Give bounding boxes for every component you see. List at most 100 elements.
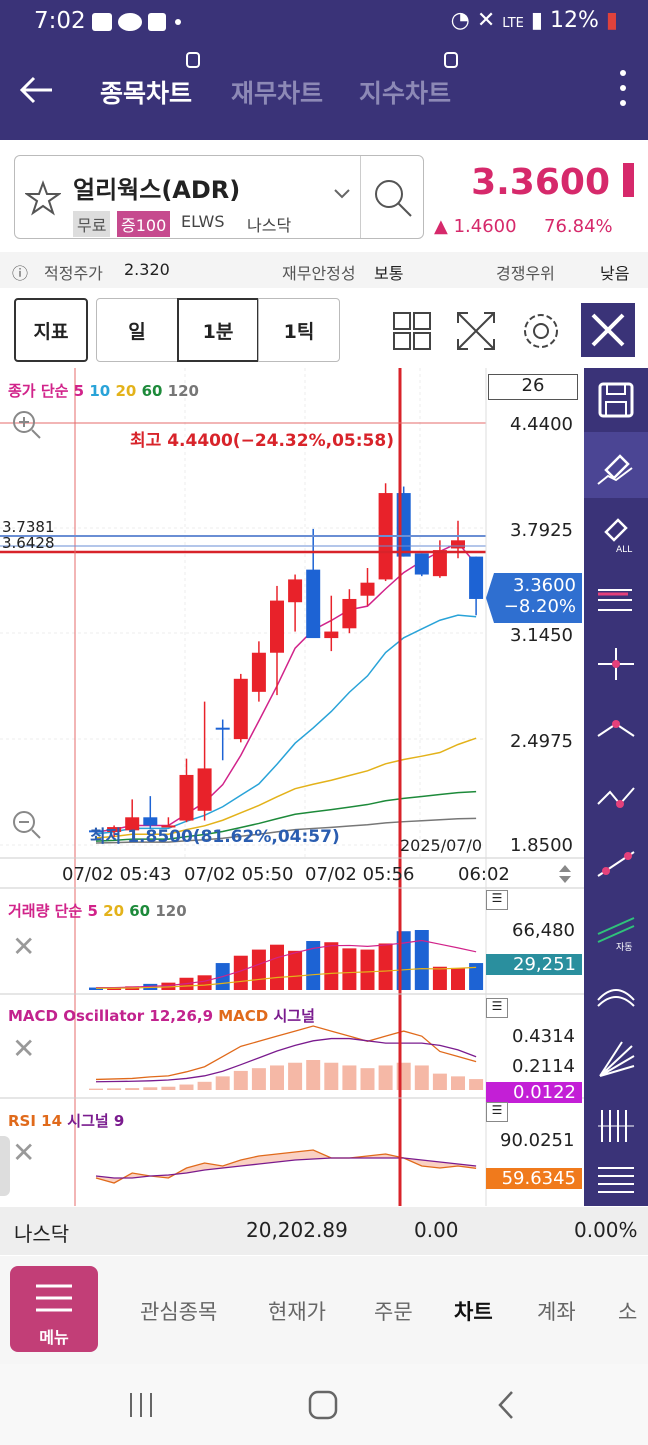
x-tick: 07/02 05:43 <box>62 864 172 885</box>
trend-cross-icon[interactable] <box>592 640 640 688</box>
back-icon[interactable] <box>492 1388 522 1422</box>
chart-area[interactable]: 종가 단순 5 10 20 60 120 26 최고 4.4400(−24.32… <box>0 368 584 1206</box>
macd-label: MACD <box>218 1007 269 1025</box>
tab-finance-chart[interactable]: 재무차트 <box>231 74 323 110</box>
current-price-pct: −8.20% <box>503 596 576 617</box>
divider <box>360 156 361 238</box>
stock-name: 얼리웍스(ADR) <box>73 176 241 204</box>
low-annotation: 최저 1.8500(81.62%,04:57) <box>90 827 340 847</box>
legend-ma: 120 <box>167 382 199 400</box>
rsi-current: 59.6345 <box>486 1168 582 1189</box>
chart-canvas[interactable] <box>0 368 584 1206</box>
candle-count[interactable]: 26 <box>488 374 578 400</box>
fair-price-label: 적정주가 <box>44 264 103 283</box>
index-bar[interactable]: 나스닥 20,202.89 0.00 0.00% <box>0 1207 648 1255</box>
macd-bar <box>215 1076 230 1090</box>
volume-bar <box>378 943 393 990</box>
candle-body <box>197 768 212 811</box>
help-icon[interactable]: ⓘ <box>12 260 28 284</box>
tag-free: 무료 <box>73 211 111 237</box>
back-arrow-icon[interactable] <box>16 70 56 110</box>
period-day-button[interactable]: 일 <box>96 298 178 362</box>
settings-gear-icon[interactable] <box>515 305 567 357</box>
layout-grid-icon[interactable] <box>386 305 438 357</box>
fair-price-value: 2.320 <box>124 260 170 279</box>
eraser-icon[interactable] <box>592 442 640 490</box>
price-change-pct: 76.84% <box>544 216 613 237</box>
trendline-icon[interactable] <box>592 838 640 886</box>
nav-order[interactable]: 주문 <box>374 1296 413 1326</box>
macd-bar <box>270 1065 284 1090</box>
nav-watchlist[interactable]: 관심종목 <box>140 1296 217 1326</box>
chevron-down-icon[interactable] <box>333 188 351 200</box>
status-right: ◔ ✕ LTE ▮ 12% ▮ <box>451 8 618 33</box>
pane-menu-icon[interactable]: ☰ <box>486 998 508 1018</box>
search-icon[interactable] <box>371 176 415 220</box>
pane-menu-icon[interactable]: ☰ <box>486 1102 508 1122</box>
macd-bar <box>161 1086 176 1090</box>
indicator-button[interactable]: 지표 <box>14 298 88 362</box>
close-icon[interactable]: ✕ <box>12 930 35 963</box>
drawing-toolbar: ALL 자동 <box>584 368 648 1206</box>
stock-selector[interactable]: 얼리웍스(ADR) 무료 증100 ELWS 나스닥 <box>14 155 424 239</box>
more-options-icon[interactable] <box>620 70 628 110</box>
fan-lines-icon[interactable] <box>592 1036 640 1084</box>
volume-legend-prefix: 거래량 단순 <box>8 902 83 920</box>
peak-line-icon[interactable] <box>592 706 640 754</box>
y-tick: 3.7925 <box>510 520 573 541</box>
competition-label: 경쟁우위 <box>496 264 555 283</box>
save-icon[interactable] <box>592 376 640 424</box>
nav-more[interactable]: 소 <box>618 1296 637 1326</box>
zoom-in-icon[interactable] <box>10 408 44 442</box>
pane-menu-icon[interactable]: ☰ <box>486 890 508 910</box>
recent-apps-icon[interactable] <box>126 1390 156 1420</box>
fullscreen-icon[interactable] <box>450 305 502 357</box>
arc-icon[interactable] <box>592 970 640 1018</box>
macd-legend: MACD Oscillator 12,26,9 MACD 시그널 <box>8 1005 315 1026</box>
star-icon[interactable] <box>25 180 61 216</box>
index-change-pct: 0.00% <box>574 1218 638 1242</box>
volume-top: 66,480 <box>512 920 575 941</box>
current-price-badge: 3.3600 −8.20% <box>486 573 582 623</box>
period-minute-button[interactable]: 1분 <box>177 298 259 362</box>
tab-index-chart[interactable]: 지수차트 <box>359 74 451 110</box>
macd-bar <box>251 1068 266 1090</box>
nav-account[interactable]: 계좌 <box>537 1296 576 1326</box>
scroll-updown-icon[interactable] <box>556 862 574 886</box>
legend-ma: 60 <box>141 382 163 400</box>
menu-button[interactable]: 메뉴 <box>10 1266 98 1352</box>
period-tick-button[interactable]: 1틱 <box>258 298 340 362</box>
tab-stock-chart[interactable]: 종목차트 <box>100 74 192 110</box>
status-icons <box>92 10 184 39</box>
zigzag-line-icon[interactable] <box>592 772 640 820</box>
nav-quote[interactable]: 현재가 <box>268 1296 326 1326</box>
candle-body <box>179 774 194 821</box>
side-handle[interactable] <box>0 1136 10 1196</box>
rsi-title: RSI 14 <box>8 1112 63 1130</box>
eraser-all-icon[interactable]: ALL <box>592 508 640 556</box>
close-icon[interactable]: ✕ <box>12 1032 35 1065</box>
rsi-signal-label: 시그널 9 <box>67 1112 125 1130</box>
home-icon[interactable] <box>306 1388 340 1422</box>
zoom-out-icon[interactable] <box>10 808 44 842</box>
moving-average-lines <box>95 541 477 844</box>
vertical-lines-icon[interactable] <box>592 1102 640 1150</box>
rsi-top: 90.0251 <box>500 1130 575 1151</box>
volume-bar <box>342 948 357 990</box>
notification-icons <box>92 13 181 31</box>
auto-trend-icon[interactable]: 자동 <box>592 904 640 952</box>
macd-bar <box>306 1060 321 1090</box>
candle-body <box>414 553 429 575</box>
volume-bar <box>360 949 375 990</box>
volume-bar <box>270 944 284 990</box>
legend-ma: 5 <box>73 382 85 400</box>
battery-icon: ▮ <box>605 8 618 33</box>
price-line-icon[interactable] <box>592 574 640 622</box>
drawing-tools-icon[interactable] <box>581 303 635 357</box>
candle-body <box>270 600 284 653</box>
nav-chart[interactable]: 차트 <box>454 1296 493 1326</box>
tag-elws: ELWS <box>181 212 225 231</box>
close-icon[interactable]: ✕ <box>12 1136 35 1169</box>
horizontal-lines-icon[interactable] <box>592 1154 640 1202</box>
x-tick: 07/02 05:56 <box>305 864 415 885</box>
